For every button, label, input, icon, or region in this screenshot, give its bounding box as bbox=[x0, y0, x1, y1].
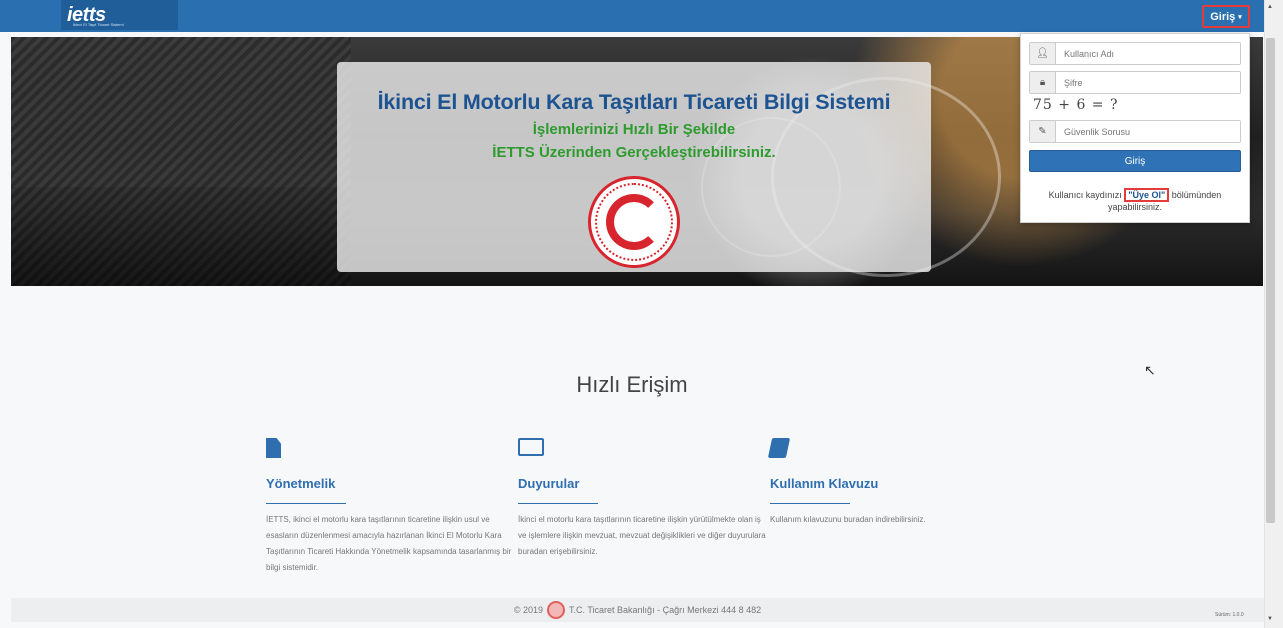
password-field: 🔒︎ bbox=[1029, 71, 1241, 94]
username-field: 👤︎ bbox=[1029, 42, 1241, 65]
login-dropdown-toggle[interactable]: Giriş ▾ bbox=[1202, 5, 1250, 28]
username-input[interactable] bbox=[1056, 43, 1240, 64]
quick-access-title: Hızlı Erişim bbox=[576, 372, 688, 397]
card-title[interactable]: Kullanım Klavuzu bbox=[770, 476, 1010, 491]
edit-icon: ✎ bbox=[1030, 121, 1056, 142]
security-question-input[interactable] bbox=[1056, 121, 1240, 142]
hero-background-shade bbox=[11, 187, 351, 286]
card-divider bbox=[518, 503, 598, 504]
version-label: Sürüm: 1.0.0 bbox=[1215, 612, 1244, 618]
hero-subtitle-line1: İşlemlerinizi Hızlı Bir Şekilde bbox=[532, 121, 736, 138]
register-note: Kullanıcı kaydınızı "Üye Ol" bölümünden … bbox=[1029, 188, 1241, 213]
card-divider bbox=[770, 503, 850, 504]
top-navbar: ietts İkinci El Taşıt Ticaret Sistemi Gi… bbox=[0, 0, 1264, 32]
captcha-image: 75 + 6 = ? bbox=[1033, 97, 1119, 113]
password-input[interactable] bbox=[1056, 72, 1240, 93]
login-dropdown-panel: 👤︎ 🔒︎ 75 + 6 = ? ✎ Giriş Kullanıcı kaydı… bbox=[1020, 33, 1250, 223]
footer: © 2019 T.C. Ticaret Bakanlığı - Çağrı Me… bbox=[11, 598, 1264, 622]
register-link[interactable]: "Üye Ol" bbox=[1124, 188, 1170, 202]
card-title[interactable]: Duyurular bbox=[518, 476, 758, 491]
card-title[interactable]: Yönetmelik bbox=[266, 476, 506, 491]
scrollbar-thumb[interactable] bbox=[1266, 38, 1275, 523]
scroll-up-arrow-icon[interactable]: ▲ bbox=[1267, 4, 1273, 10]
card-text: Kullanım kılavuzunu buradan indirebilirs… bbox=[770, 515, 926, 524]
login-submit-button[interactable]: Giriş bbox=[1029, 150, 1241, 172]
logo-subtitle: İkinci El Taşıt Ticaret Sistemi bbox=[73, 22, 124, 27]
user-icon: 👤︎ bbox=[1030, 43, 1056, 64]
footer-text: T.C. Ticaret Bakanlığı - Çağrı Merkezi 4… bbox=[569, 605, 762, 615]
mouse-cursor-icon: ↖ bbox=[1144, 362, 1156, 378]
book-icon bbox=[767, 438, 1010, 464]
card-text: İkinci el motorlu kara taşıtlarının tica… bbox=[518, 515, 766, 556]
caret-down-icon: ▾ bbox=[1238, 13, 1242, 21]
page: ietts İkinci El Taşıt Ticaret Sistemi Gi… bbox=[0, 0, 1283, 628]
card-divider bbox=[266, 503, 346, 504]
scroll-down-arrow-icon[interactable]: ▼ bbox=[1267, 616, 1273, 622]
logo[interactable]: ietts İkinci El Taşıt Ticaret Sistemi bbox=[61, 0, 178, 30]
card-kullanim-klavuzu[interactable]: Kullanım Klavuzu Kullanım kılavuzunu bur… bbox=[767, 438, 1010, 528]
hero-title: İkinci El Motorlu Kara Taşıtları Ticaret… bbox=[377, 90, 891, 114]
ministry-logo-icon bbox=[547, 601, 566, 619]
newspaper-icon bbox=[518, 438, 758, 464]
hero-card: İkinci El Motorlu Kara Taşıtları Ticaret… bbox=[337, 62, 931, 272]
login-menu-label: Giriş bbox=[1210, 10, 1236, 23]
seal-ring bbox=[595, 183, 673, 261]
ministry-seal-icon bbox=[588, 176, 680, 268]
card-duyurular[interactable]: Duyurular İkinci el motorlu kara taşıtla… bbox=[518, 438, 766, 560]
security-question-field: ✎ bbox=[1029, 120, 1241, 143]
card-text: İETTS, ikinci el motorlu kara taşıtların… bbox=[266, 515, 512, 572]
card-yonetmelik[interactable]: Yönetmelik İETTS, ikinci el motorlu kara… bbox=[266, 438, 511, 576]
lock-icon: 🔒︎ bbox=[1030, 72, 1056, 93]
hero-subtitle-line2: İETTS Üzerinden Gerçekleştirebilirsiniz. bbox=[492, 144, 776, 161]
footer-year: © 2019 bbox=[513, 605, 544, 615]
document-icon bbox=[266, 438, 506, 464]
register-prefix: Kullanıcı kaydınızı bbox=[1048, 190, 1125, 200]
